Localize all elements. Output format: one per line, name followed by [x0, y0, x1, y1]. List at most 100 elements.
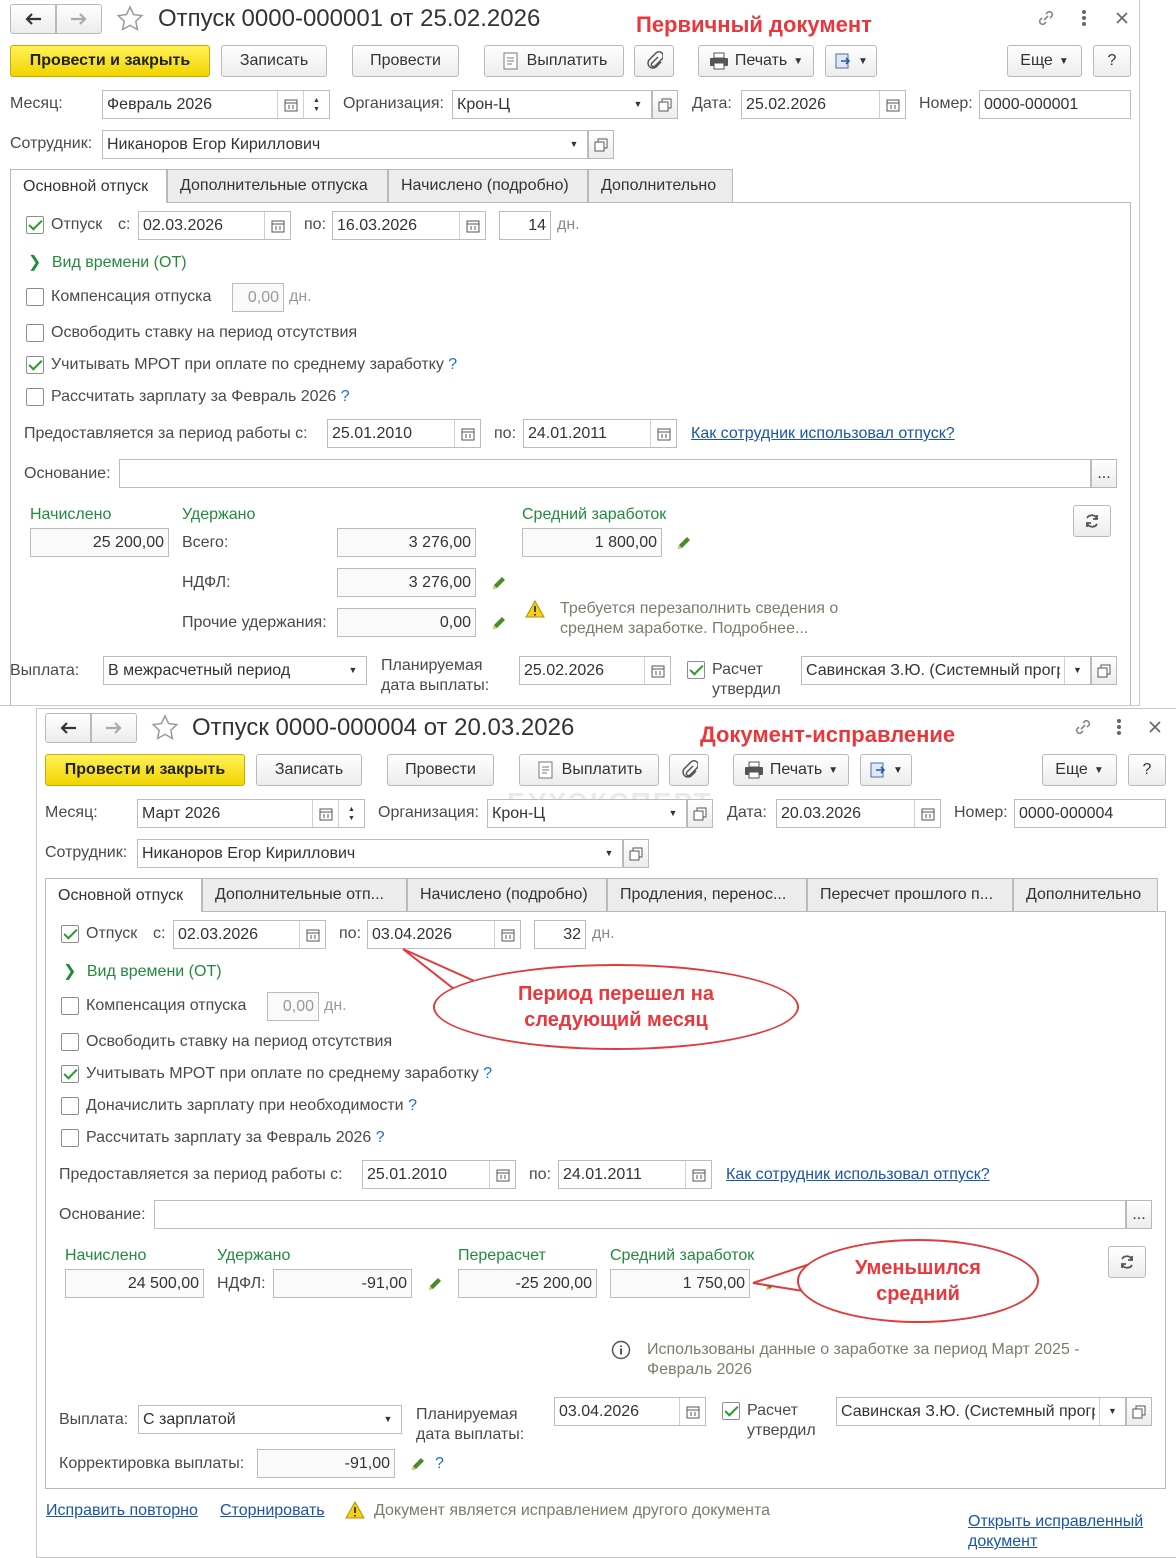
time-type-toggle[interactable]: ❯ Вид времени (ОТ): [28, 252, 187, 272]
fix-again-link[interactable]: Исправить повторно: [46, 1502, 198, 1520]
release-rate-checkbox[interactable]: [61, 1033, 79, 1051]
open-approver-icon[interactable]: [1091, 656, 1117, 685]
more-button[interactable]: Еще ▼: [1007, 45, 1082, 77]
period-to-field[interactable]: 24.01.2011: [523, 419, 677, 448]
payout-correction-field[interactable]: -91,00: [257, 1449, 395, 1478]
pay-button[interactable]: Выплатить: [519, 754, 659, 786]
help-question-icon[interactable]: ?: [483, 1065, 492, 1082]
other-withholdings-field[interactable]: 0,00: [337, 608, 476, 637]
calendar-icon[interactable]: [312, 800, 338, 827]
open-organization-icon[interactable]: [652, 90, 678, 119]
calc-salary-checkbox[interactable]: [26, 388, 44, 406]
open-employee-icon[interactable]: [623, 839, 649, 868]
tab-additional-vacations[interactable]: Дополнительные отпуска: [167, 169, 388, 202]
tab-main-vacation[interactable]: Основной отпуск: [45, 878, 202, 912]
vacation-days-field[interactable]: 14: [499, 211, 551, 240]
planned-date-field[interactable]: 25.02.2026: [519, 656, 671, 685]
calendar-icon[interactable]: [264, 212, 290, 239]
dropdown-arrow-icon[interactable]: ▼: [1099, 1398, 1125, 1425]
tab-main-vacation[interactable]: Основной отпуск: [10, 169, 167, 203]
compensation-checkbox[interactable]: [26, 288, 44, 306]
period-from-field[interactable]: 25.01.2010: [327, 419, 481, 448]
help-question-icon[interactable]: ?: [435, 1455, 444, 1473]
dropdown-arrow-icon[interactable]: ▼: [561, 131, 587, 158]
employee-field[interactable]: Никаноров Егор Кириллович ▼: [137, 839, 623, 868]
dropdown-arrow-icon[interactable]: ▼: [340, 657, 366, 684]
vacation-from-field[interactable]: 02.03.2026: [138, 211, 291, 240]
print-button[interactable]: Печать ▼: [733, 754, 849, 786]
calendar-icon[interactable]: [489, 1161, 515, 1188]
back-button[interactable]: [10, 4, 56, 34]
more-vertical-icon[interactable]: [1107, 715, 1131, 739]
calendar-icon[interactable]: [459, 212, 485, 239]
period-from-field[interactable]: 25.01.2010: [362, 1160, 516, 1189]
date-field[interactable]: 20.03.2026: [776, 799, 941, 828]
organization-field[interactable]: Крон-Ц ▼: [487, 799, 687, 828]
average-earnings-field[interactable]: 1 750,00: [610, 1269, 750, 1298]
favorite-star-icon[interactable]: [114, 4, 146, 34]
dropdown-arrow-icon[interactable]: ▼: [625, 91, 651, 118]
basis-field[interactable]: [154, 1200, 1126, 1229]
ndfl-field[interactable]: 3 276,00: [337, 568, 476, 597]
approved-checkbox[interactable]: [722, 1402, 740, 1420]
forward-button[interactable]: [91, 713, 137, 743]
average-earnings-field[interactable]: 1 800,00: [522, 528, 662, 557]
calc-salary-checkbox[interactable]: [61, 1129, 79, 1147]
more-button[interactable]: Еще ▼: [1042, 754, 1117, 786]
help-question-icon[interactable]: ?: [341, 388, 350, 405]
vacation-checkbox[interactable]: [61, 925, 79, 943]
open-employee-icon[interactable]: [588, 130, 614, 159]
pencil-edit-icon[interactable]: [424, 1273, 446, 1295]
month-field[interactable]: Февраль 2026 ▲ ▼: [102, 90, 330, 119]
help-button[interactable]: ?: [1128, 754, 1166, 786]
open-approver-icon[interactable]: [1126, 1397, 1152, 1426]
release-rate-checkbox[interactable]: [26, 324, 44, 342]
employee-field[interactable]: Никаноров Егор Кириллович ▼: [102, 130, 588, 159]
mrot-checkbox[interactable]: [26, 356, 44, 374]
accrued-field[interactable]: 25 200,00: [30, 528, 169, 557]
tab-past-recalculation[interactable]: Пересчет прошлого п...: [807, 878, 1013, 911]
planned-date-field[interactable]: 03.04.2026: [554, 1397, 706, 1426]
dropdown-arrow-icon[interactable]: ▼: [1064, 657, 1090, 684]
vacation-usage-link[interactable]: Как сотрудник использовал отпуск?: [726, 1166, 990, 1184]
help-question-icon[interactable]: ?: [376, 1129, 385, 1146]
spin-buttons[interactable]: ▲ ▼: [303, 91, 329, 118]
vacation-days-field[interactable]: 32: [534, 920, 586, 949]
calendar-icon[interactable]: [650, 420, 676, 447]
dropdown-arrow-icon[interactable]: ▼: [375, 1406, 401, 1433]
pencil-edit-icon[interactable]: [488, 572, 510, 594]
attach-button[interactable]: [669, 754, 709, 786]
post-and-close-button[interactable]: Провести и закрыть: [10, 45, 210, 77]
tab-additional-vacations[interactable]: Дополнительные отп...: [202, 878, 407, 911]
calendar-icon[interactable]: [454, 420, 480, 447]
link-icon[interactable]: [1032, 6, 1060, 30]
dropdown-arrow-icon[interactable]: ▼: [660, 800, 686, 827]
pencil-edit-icon[interactable]: [488, 612, 510, 634]
approver-field[interactable]: Савинская З.Ю. (Системный программист) ▼: [801, 656, 1091, 685]
open-organization-icon[interactable]: [687, 799, 713, 828]
favorite-star-icon[interactable]: [149, 713, 181, 743]
dropdown-arrow-icon[interactable]: ▼: [596, 840, 622, 867]
accrued-field[interactable]: 24 500,00: [65, 1269, 204, 1298]
calendar-icon[interactable]: [914, 800, 940, 827]
help-button[interactable]: ?: [1093, 45, 1131, 77]
month-field[interactable]: Март 2026 ▲ ▼: [137, 799, 365, 828]
date-field[interactable]: 25.02.2026: [741, 90, 906, 119]
organization-field[interactable]: Крон-Ц ▼: [452, 90, 652, 119]
close-icon[interactable]: [1143, 715, 1167, 739]
forward-button[interactable]: [56, 4, 102, 34]
refresh-button[interactable]: [1073, 505, 1111, 537]
extra-salary-checkbox[interactable]: [61, 1097, 79, 1115]
period-to-field[interactable]: 24.01.2011: [558, 1160, 712, 1189]
vacation-to-field[interactable]: 16.03.2026: [332, 211, 486, 240]
tab-additional[interactable]: Дополнительно: [588, 169, 733, 202]
calendar-icon[interactable]: [685, 1161, 711, 1188]
open-fixed-document-link[interactable]: Открыть исправленный документ: [968, 1512, 1168, 1552]
total-withheld-field[interactable]: 3 276,00: [337, 528, 476, 557]
approver-field[interactable]: Савинская З.Ю. (Системный программист) ▼: [836, 1397, 1126, 1426]
storno-link[interactable]: Сторнировать: [220, 1502, 325, 1520]
create-based-on-button[interactable]: ▼: [860, 754, 912, 786]
save-button[interactable]: Записать: [221, 45, 327, 77]
tab-accrued-detailed[interactable]: Начислено (подробно): [407, 878, 607, 911]
create-based-on-button[interactable]: ▼: [825, 45, 877, 77]
